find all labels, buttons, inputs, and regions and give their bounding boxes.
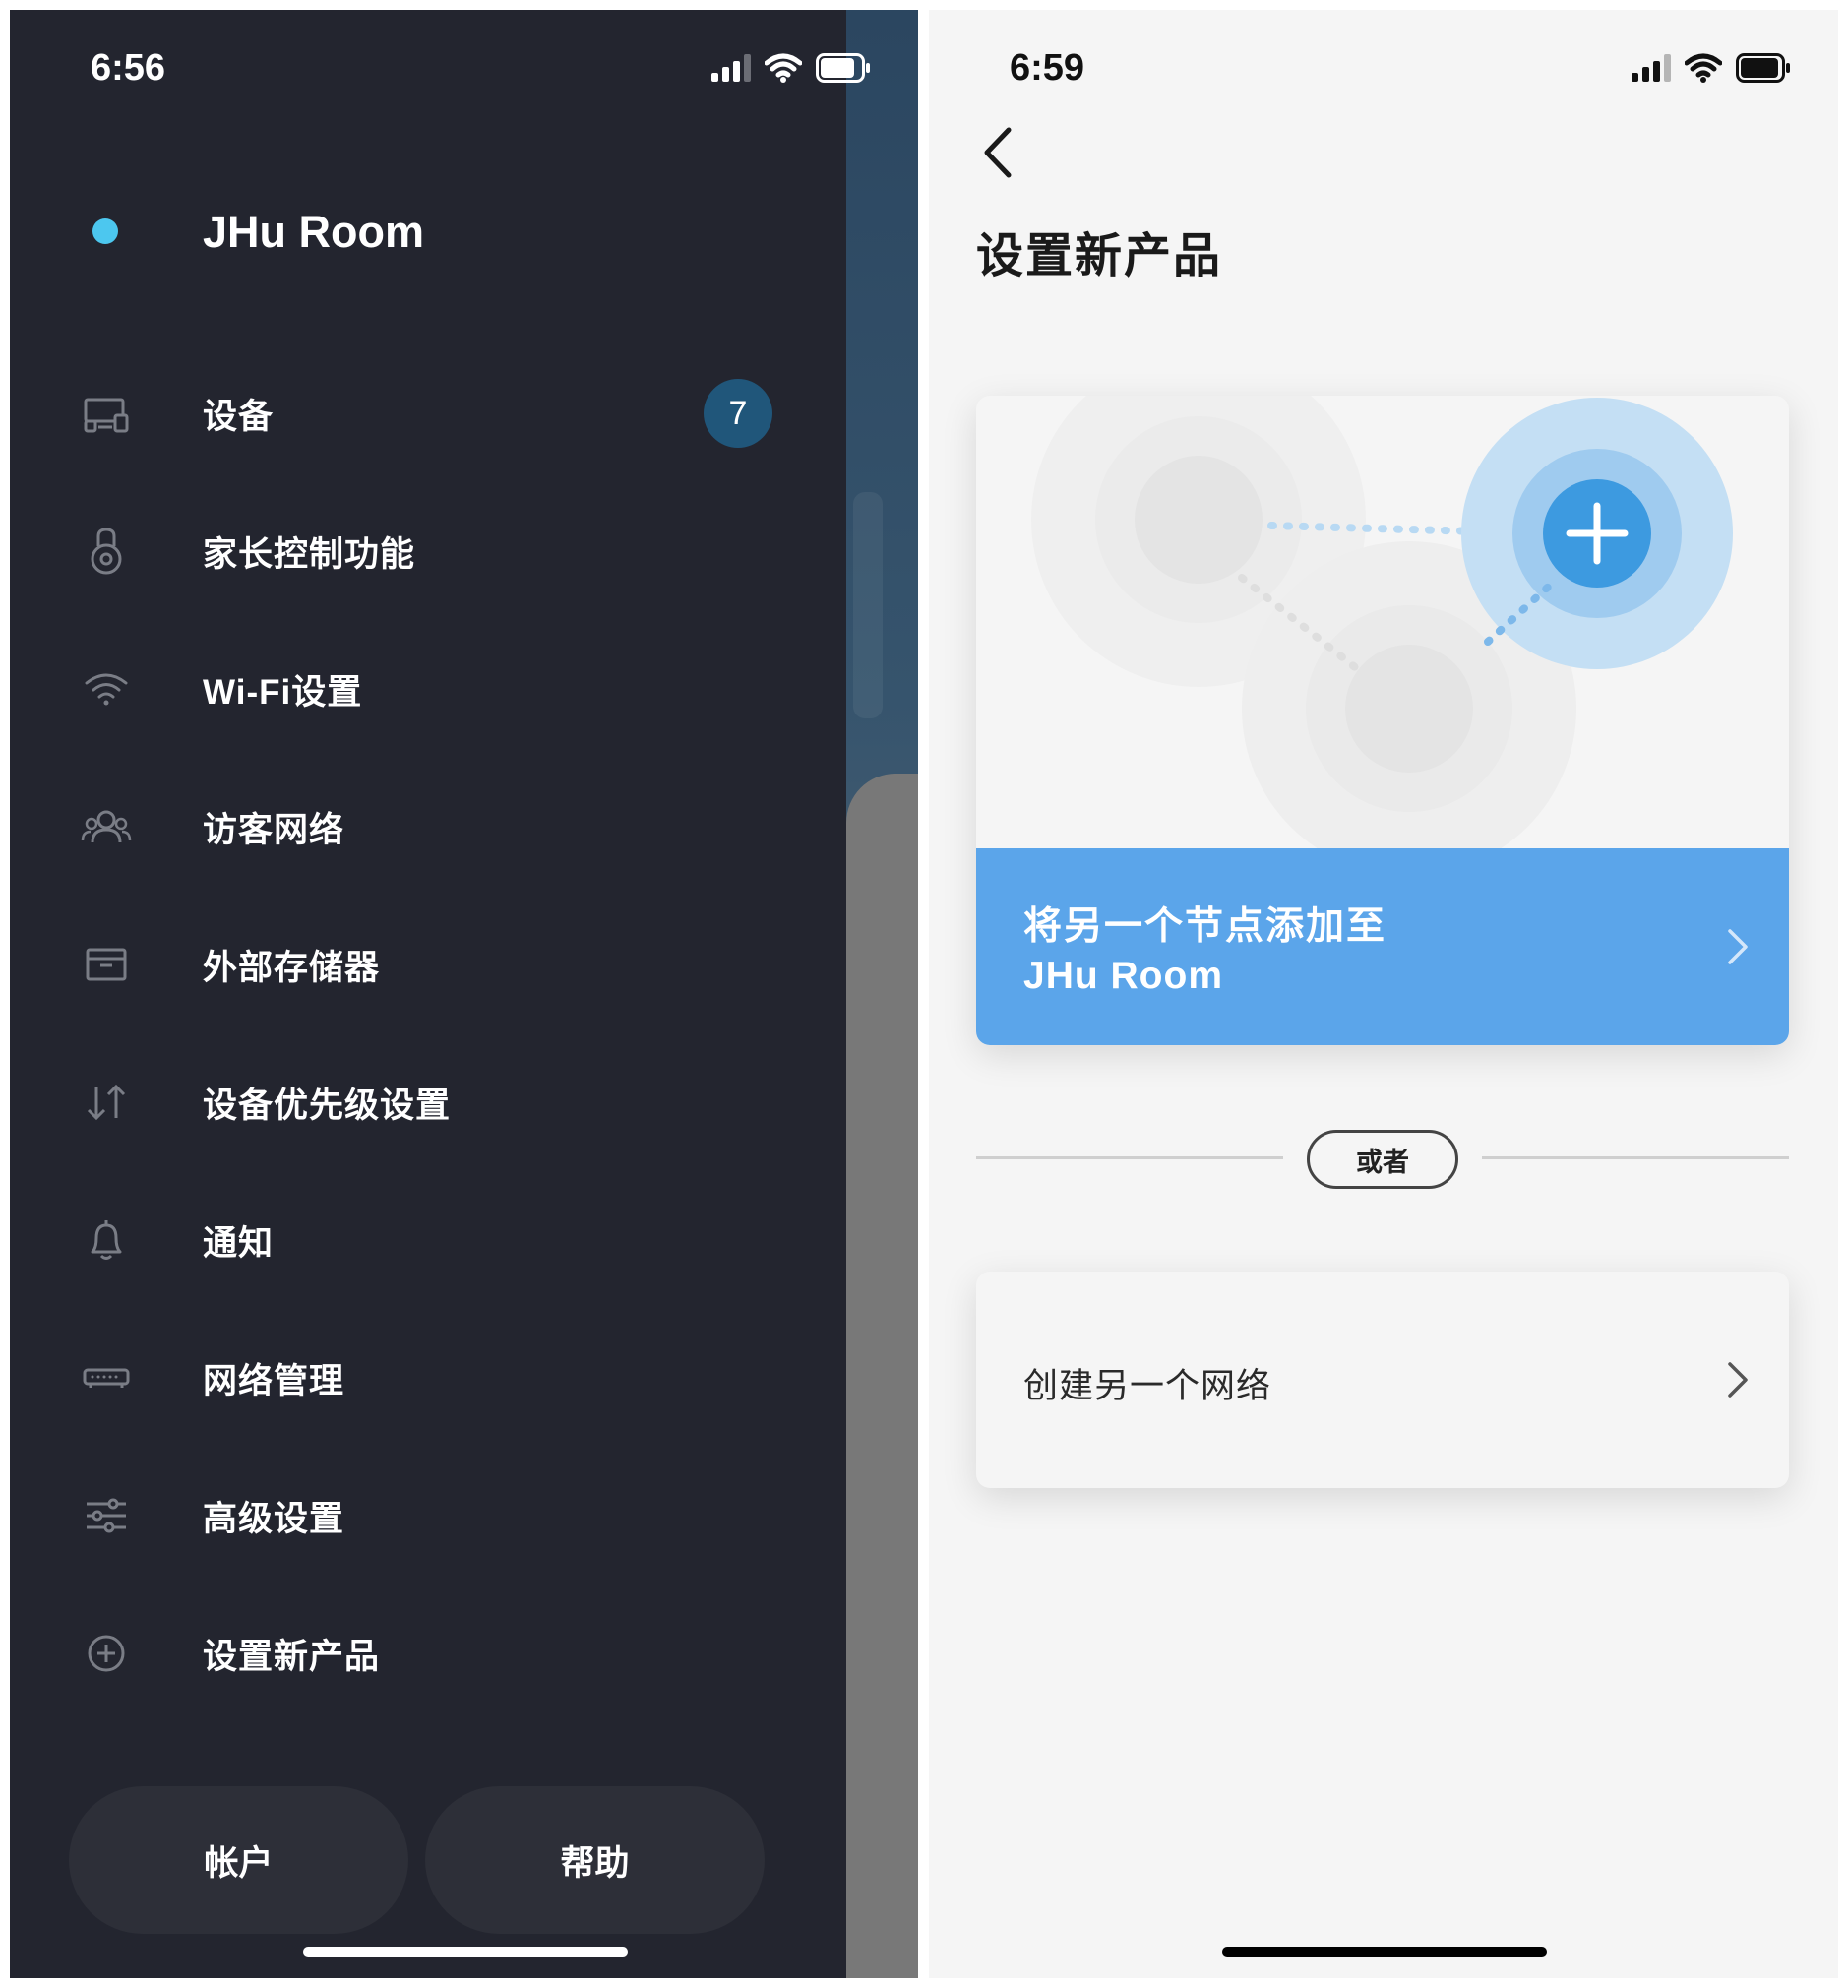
menu-label-parental-controls: 家长控制功能	[203, 534, 416, 574]
add-node-line1: 将另一个节点添加至	[1023, 905, 1387, 948]
menu-label-setup-new-product: 设置新产品	[203, 1637, 381, 1676]
status-time: 6:56	[91, 47, 166, 89]
add-node-network-name: JHu Room	[1023, 955, 1223, 997]
cellular-signal-icon	[711, 54, 751, 82]
lock-icon	[79, 524, 134, 579]
battery-icon	[1736, 53, 1790, 83]
right-phone-screen: 6:59 设置新产品 将另一个节点添加至 JHu Room 或者 创建另一个网络	[929, 10, 1838, 1978]
menu-label-device-priority: 设备优先级设置	[203, 1086, 452, 1125]
add-node-action[interactable]: 将另一个节点添加至 JHu Room	[976, 848, 1789, 1045]
menu-item-wifi-settings[interactable]: Wi-Fi设置	[10, 630, 846, 748]
priority-arrows-icon	[79, 1075, 134, 1130]
plus-circle-icon	[79, 1626, 134, 1681]
background-screen-peek[interactable]	[846, 10, 918, 1978]
bell-icon	[79, 1212, 134, 1268]
back-button[interactable]	[968, 118, 1027, 187]
device-count-badge: 7	[704, 379, 772, 448]
wifi-status-icon	[1685, 53, 1722, 83]
menu-label-wifi-settings: Wi-Fi设置	[203, 672, 363, 712]
help-button[interactable]: 帮助	[425, 1786, 765, 1934]
left-phone-screen: 6:56 JHu Room 设备 7 家长控制功能 Wi-Fi设置 访客网络 外…	[10, 10, 918, 1978]
add-node-card[interactable]: 将另一个节点添加至 JHu Room	[976, 396, 1789, 1045]
menu-item-external-storage[interactable]: 外部存储器	[10, 905, 846, 1024]
sliders-icon	[79, 1488, 134, 1543]
wifi-status-icon	[765, 53, 802, 83]
chevron-left-icon	[984, 127, 1012, 178]
menu-label-devices: 设备	[203, 397, 275, 436]
peek-tile	[853, 492, 883, 718]
menu-label-network-admin: 网络管理	[203, 1361, 345, 1400]
network-status-dot	[92, 218, 118, 244]
menu-item-setup-new-product[interactable]: 设置新产品	[10, 1594, 846, 1712]
status-time: 6:59	[1010, 47, 1085, 89]
chevron-right-icon	[1728, 929, 1748, 964]
menu-label-guest-network: 访客网络	[203, 810, 345, 849]
create-network-label: 创建另一个网络	[1023, 1367, 1272, 1405]
menu-item-parental-controls[interactable]: 家长控制功能	[10, 492, 846, 610]
status-icons	[711, 53, 871, 83]
cellular-signal-icon	[1632, 54, 1671, 82]
router-icon	[79, 1350, 134, 1405]
devices-icon	[79, 386, 134, 441]
storage-icon	[79, 937, 134, 992]
divider-right	[1482, 1156, 1789, 1159]
home-indicator	[303, 1947, 628, 1957]
create-network-card[interactable]: 创建另一个网络	[976, 1272, 1789, 1488]
menu-label-external-storage: 外部存储器	[203, 948, 381, 987]
guests-icon	[79, 799, 134, 854]
network-name[interactable]: JHu Room	[203, 207, 424, 258]
page-title: 设置新产品	[976, 230, 1223, 282]
menu-item-notifications[interactable]: 通知	[10, 1181, 846, 1299]
peek-card	[846, 774, 918, 1978]
menu-item-device-priority[interactable]: 设备优先级设置	[10, 1043, 846, 1161]
divider-left	[976, 1156, 1283, 1159]
menu-label-notifications: 通知	[203, 1223, 275, 1263]
wifi-icon	[79, 661, 134, 716]
menu-label-advanced-settings: 高级设置	[203, 1499, 345, 1538]
mesh-nodes-illustration	[1031, 396, 1733, 848]
home-indicator	[1222, 1947, 1547, 1957]
account-button[interactable]: 帐户	[69, 1786, 408, 1934]
menu-item-guest-network[interactable]: 访客网络	[10, 768, 846, 886]
status-icons	[1632, 53, 1791, 83]
navigation-drawer: 6:56 JHu Room 设备 7 家长控制功能 Wi-Fi设置 访客网络 外…	[10, 10, 870, 1978]
chevron-right-icon	[1728, 1362, 1748, 1398]
menu-item-advanced-settings[interactable]: 高级设置	[10, 1457, 846, 1575]
battery-icon	[816, 53, 870, 83]
or-separator: 或者	[1307, 1130, 1458, 1189]
menu-item-devices[interactable]: 设备 7	[10, 354, 846, 472]
menu-item-network-admin[interactable]: 网络管理	[10, 1319, 846, 1437]
